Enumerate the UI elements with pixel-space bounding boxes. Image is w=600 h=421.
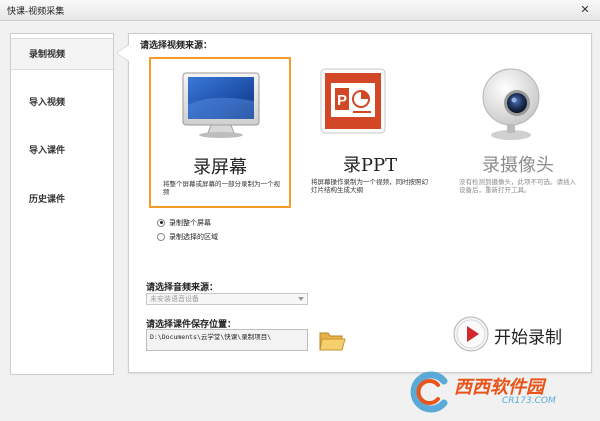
source-name: 录PPT xyxy=(342,155,398,176)
video-source-label: 请选择视频来源： xyxy=(140,41,213,51)
source-card-screen[interactable]: 录屏幕 将整个屏幕或屏幕的一部分录制为一个视频 xyxy=(149,57,291,208)
sidebar-item-import-video[interactable]: 导入视频 xyxy=(11,87,113,119)
panel-pointer xyxy=(116,44,129,62)
svg-text:P: P xyxy=(337,92,347,109)
powerpoint-icon: P xyxy=(320,68,386,134)
audio-source-label: 请选择音频来源： xyxy=(146,283,219,293)
watermark: 西西软件园 CR173.COM xyxy=(398,369,598,415)
source-card-ppt[interactable]: P 录PPT 将屏幕操作录制为一个视频，同时按照幻灯片结构生成大纲 xyxy=(299,57,441,208)
watermark-url: CR173.COM xyxy=(502,396,556,406)
radio-checked-icon[interactable] xyxy=(157,218,165,227)
sidebar-item-history[interactable]: 历史课件 xyxy=(11,184,113,216)
start-recording-button[interactable]: 开始录制 xyxy=(448,314,576,354)
start-recording-label: 开始录制 xyxy=(494,328,562,348)
radio-label: 录制选择的区域 xyxy=(169,232,218,241)
window-title: 快课-视频采集 xyxy=(7,7,65,17)
source-description: 没有检测到摄像头，此项不可选。请插入设备后，重新打开工具。 xyxy=(459,178,576,194)
close-icon[interactable]: ✕ xyxy=(577,2,593,17)
record-play-icon xyxy=(453,316,489,352)
capture-full-screen-option[interactable]: 录制整个屏幕 xyxy=(157,216,211,229)
sidebar-item-label: 导入视频 xyxy=(29,98,66,108)
folder-open-icon[interactable] xyxy=(318,329,346,353)
sidebar-item-label: 历史课件 xyxy=(29,195,66,205)
source-card-webcam: 录摄像头 没有检测到摄像头，此项不可选。请插入设备后，重新打开工具。 xyxy=(447,57,589,208)
sidebar-item-record-video[interactable]: 录制视频 xyxy=(11,38,113,70)
chevron-down-icon xyxy=(298,297,304,301)
capture-region-option[interactable]: 录制选择的区域 xyxy=(157,230,218,243)
sidebar: 录制视频 导入视频 导入课件 历史课件 xyxy=(10,33,114,375)
radio-label: 录制整个屏幕 xyxy=(169,218,211,227)
webcam-icon xyxy=(482,68,540,140)
radio-unchecked-icon[interactable] xyxy=(157,232,165,241)
save-path-field[interactable]: D:\Documents\云学堂\快课\录制项目\ xyxy=(146,329,308,351)
audio-source-value: 未安装语音设备 xyxy=(150,295,199,303)
monitor-icon xyxy=(182,72,260,138)
titlebar: 快课-视频采集 ✕ xyxy=(0,0,600,21)
sidebar-item-label: 录制视频 xyxy=(29,50,66,60)
audio-source-select[interactable]: 未安装语音设备 xyxy=(146,293,308,305)
source-description: 将整个屏幕或屏幕的一部分录制为一个视频 xyxy=(163,180,280,196)
source-name: 录摄像头 xyxy=(482,155,554,176)
source-description: 将屏幕操作录制为一个视频，同时按照幻灯片结构生成大纲 xyxy=(311,178,428,194)
sidebar-item-label: 导入课件 xyxy=(29,146,66,156)
source-name: 录屏幕 xyxy=(193,157,247,178)
watermark-logo xyxy=(410,371,448,413)
sidebar-item-import-courseware[interactable]: 导入课件 xyxy=(11,135,113,167)
